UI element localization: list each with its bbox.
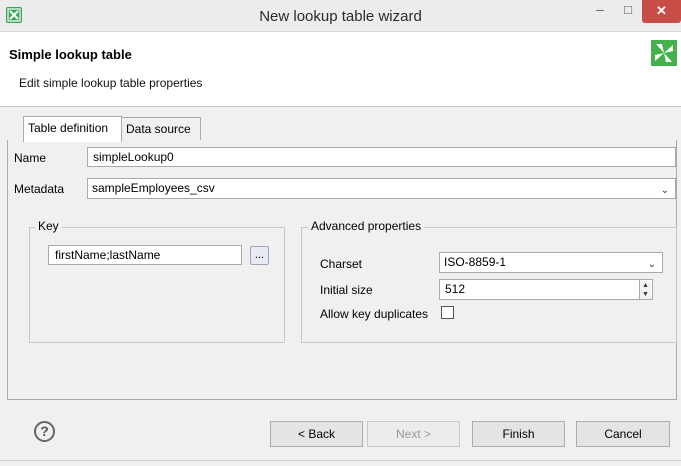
cancel-button[interactable]: Cancel — [576, 421, 670, 447]
help-icon: ? — [40, 423, 49, 439]
window-title: New lookup table wizard — [259, 8, 422, 25]
minimize-icon: – — [596, 2, 604, 17]
window-titlebar: New lookup table wizard – □ ✕ — [0, 0, 681, 32]
advanced-properties-title: Advanced properties — [308, 219, 425, 233]
finish-button[interactable]: Finish — [472, 421, 565, 447]
window-bottom-border — [0, 460, 681, 461]
wizard-header: Simple lookup table Edit simple lookup t… — [0, 32, 681, 107]
back-button[interactable]: < Back — [270, 421, 363, 447]
metadata-select[interactable]: sampleEmployees_csv ⌄ — [87, 178, 676, 199]
name-label: Name — [14, 151, 47, 165]
initial-size-stepper[interactable]: ▲ ▼ — [639, 279, 653, 300]
metadata-label: Metadata — [14, 182, 65, 196]
name-field[interactable]: simpleLookup0 — [87, 147, 676, 167]
stepper-arrows-icon: ▲ ▼ — [640, 281, 651, 299]
maximize-button[interactable]: □ — [614, 0, 642, 23]
maximize-icon: □ — [624, 2, 632, 17]
charset-value: ISO-8859-1 — [444, 255, 507, 269]
initial-size-label: Initial size — [320, 283, 373, 297]
tab-label: Table definition — [28, 121, 109, 135]
allow-duplicates-label: Allow key duplicates — [320, 307, 429, 321]
page-title: Simple lookup table — [9, 47, 132, 62]
clover-logo-icon — [651, 40, 677, 66]
help-button[interactable]: ? — [34, 421, 55, 442]
allow-duplicates-checkbox[interactable] — [441, 306, 454, 319]
minimize-button[interactable]: – — [586, 0, 614, 23]
close-icon: ✕ — [656, 3, 667, 18]
next-button[interactable]: Next > — [367, 421, 460, 447]
close-button[interactable]: ✕ — [642, 0, 681, 23]
charset-select[interactable]: ISO-8859-1 ⌄ — [439, 252, 663, 273]
initial-size-field[interactable]: 512 — [439, 279, 652, 300]
tab-table-definition[interactable]: Table definition — [23, 116, 122, 142]
key-browse-button[interactable]: ... — [250, 246, 269, 265]
tab-label: Data source — [126, 122, 191, 136]
key-group-title: Key — [35, 219, 62, 233]
key-field[interactable]: firstName;lastName — [48, 245, 242, 265]
metadata-value: sampleEmployees_csv — [92, 181, 215, 195]
page-subtitle: Edit simple lookup table properties — [19, 76, 203, 90]
chevron-down-icon: ⌄ — [660, 185, 669, 196]
tab-data-source[interactable]: Data source — [121, 117, 201, 141]
charset-label: Charset — [320, 257, 363, 271]
chevron-down-icon: ⌄ — [647, 259, 656, 270]
